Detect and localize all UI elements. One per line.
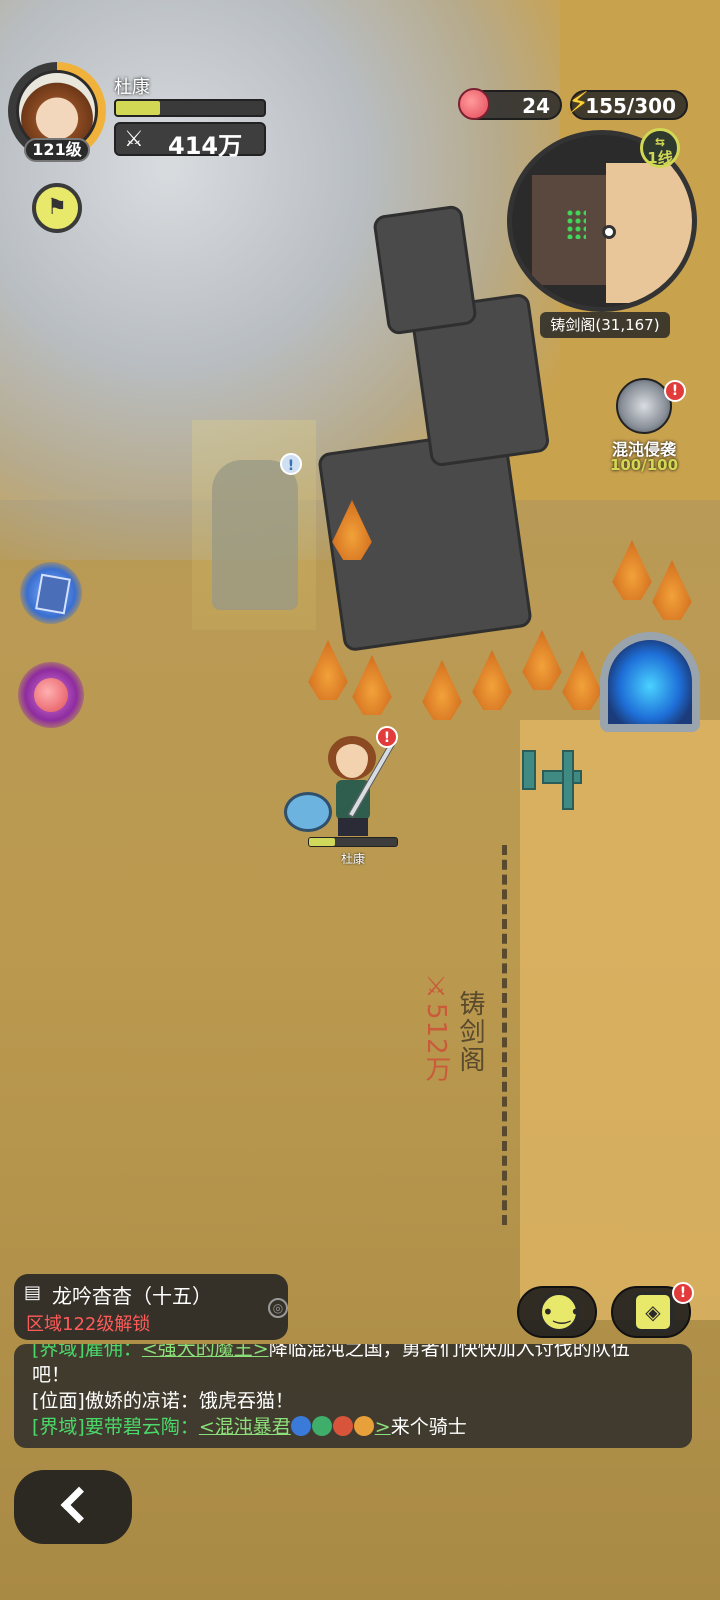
back-button[interactable] <box>14 1470 132 1544</box>
chat-sender[interactable]: 傲娇的凉诺： <box>85 1390 199 1412</box>
exp-bar <box>114 99 266 117</box>
region-border <box>502 845 507 1225</box>
badge-icon <box>353 1416 374 1436</box>
helmet-icon <box>616 378 672 434</box>
chaos-invasion-event[interactable]: ! 混沌侵袭 100/100 <box>602 378 692 478</box>
badge-icon <box>311 1416 332 1436</box>
player-character[interactable]: ! 杜康 <box>284 722 420 872</box>
energy-counter[interactable]: ⚡ 155/300 <box>568 86 688 121</box>
smile-face-icon: •‿• <box>539 1292 582 1332</box>
chat-text: 降临混沌之国，勇者们快快加入讨伐的队伍 <box>268 1344 630 1360</box>
pet-companion <box>284 792 332 832</box>
level-badge: 121级 <box>24 138 90 162</box>
chat-text: 来个骑士 <box>390 1416 467 1438</box>
chat-message: [界域]要带碧云陶：<混沌暴君 >来个骑士 <box>32 1414 674 1440</box>
chat-link[interactable]: <强大的魔王> <box>142 1344 269 1360</box>
power-display: ⚔ 414万 <box>114 122 266 160</box>
player-name-tag: 杜康 <box>340 852 365 866</box>
chat-text: 吧！ <box>32 1364 71 1386</box>
chat-channel: [界域] <box>32 1344 85 1360</box>
energy-count: 155/300 <box>585 94 676 118</box>
region-name-label: 铸剑阁 <box>455 990 485 1074</box>
chat-channel: [位面] <box>32 1390 85 1412</box>
ruins <box>512 740 602 830</box>
rock-mountain <box>372 204 478 336</box>
chat-sender[interactable]: 要带碧云陶： <box>85 1416 199 1438</box>
player-alert-icon: ! <box>376 726 398 748</box>
quest-title: 龙吟杳杳（十五） <box>52 1284 212 1308</box>
chat-message: [界域]雇佣：<强大的魔王>降临混沌之国，勇者们快快加入讨伐的队伍 <box>32 1344 674 1362</box>
minimap-player-marker <box>602 225 616 239</box>
power-value: 414万 <box>168 132 243 160</box>
player-hp-fill <box>309 838 336 846</box>
minimap-markers <box>566 209 586 239</box>
region-power-label: ⚔512万 <box>421 972 451 1083</box>
chat-link-end[interactable]: > <box>375 1416 391 1438</box>
peach-icon <box>458 88 490 120</box>
chat-message: [位面]傲娇的凉诺：饿虎吞猫！ <box>32 1388 674 1414</box>
server-line-badge[interactable]: ⇆ 1线 <box>640 128 680 168</box>
quest-unlock-requirement: 区域122级解锁 <box>26 1314 151 1335</box>
apple-item-button[interactable] <box>18 662 84 728</box>
flag-button[interactable]: ⚑ <box>32 183 82 233</box>
chat-channel: [界域] <box>32 1416 85 1438</box>
badge-icon <box>290 1416 311 1436</box>
flag-icon: ⚑ <box>47 195 67 220</box>
npc-statue[interactable] <box>192 420 316 630</box>
player-hp-bar <box>308 837 398 847</box>
server-line-label: 1线 <box>647 149 673 167</box>
box-alert-icon: ! <box>672 1282 694 1304</box>
box-icon: ◈ <box>633 1292 673 1332</box>
statue-figure <box>212 460 298 610</box>
chat-panel[interactable]: [界域]雇佣：<强大的魔王>降临混沌之国，勇者们快快加入讨伐的队伍 吧！ [位面… <box>14 1344 692 1448</box>
minimap-land <box>606 163 692 303</box>
chat-sender[interactable]: 雇佣： <box>85 1344 142 1360</box>
card-book-button[interactable] <box>20 562 82 624</box>
exp-fill <box>116 101 161 115</box>
event-alert-icon: ! <box>664 380 686 402</box>
locate-icon[interactable]: ◎ <box>268 1298 288 1318</box>
map-location-label: 铸剑阁(31,167) <box>540 312 670 338</box>
emoji-button[interactable]: •‿• <box>517 1286 597 1338</box>
clipboard-icon: ▤ <box>24 1282 42 1303</box>
badge-icon <box>332 1416 353 1436</box>
quest-panel[interactable]: ▤ 龙吟杳杳（十五） 区域122级解锁 ◎ <box>14 1274 288 1340</box>
peach-counter[interactable]: 24 <box>458 88 562 120</box>
hero-legs <box>338 818 368 836</box>
info-alert-icon: ! <box>280 453 302 475</box>
event-count: 100/100 <box>609 456 679 474</box>
chevron-left-icon <box>60 1486 98 1524</box>
chat-link[interactable]: <混沌暴君 <box>199 1416 291 1438</box>
peach-count: 24 <box>522 94 550 118</box>
portal[interactable] <box>600 632 700 732</box>
hero-head <box>328 736 376 780</box>
crossed-swords-icon: ⚔ <box>124 127 144 152</box>
chat-text: 饿虎吞猫！ <box>198 1390 294 1412</box>
player-name: 杜康 <box>114 77 150 98</box>
chat-message-continuation: 吧！ <box>32 1362 674 1388</box>
